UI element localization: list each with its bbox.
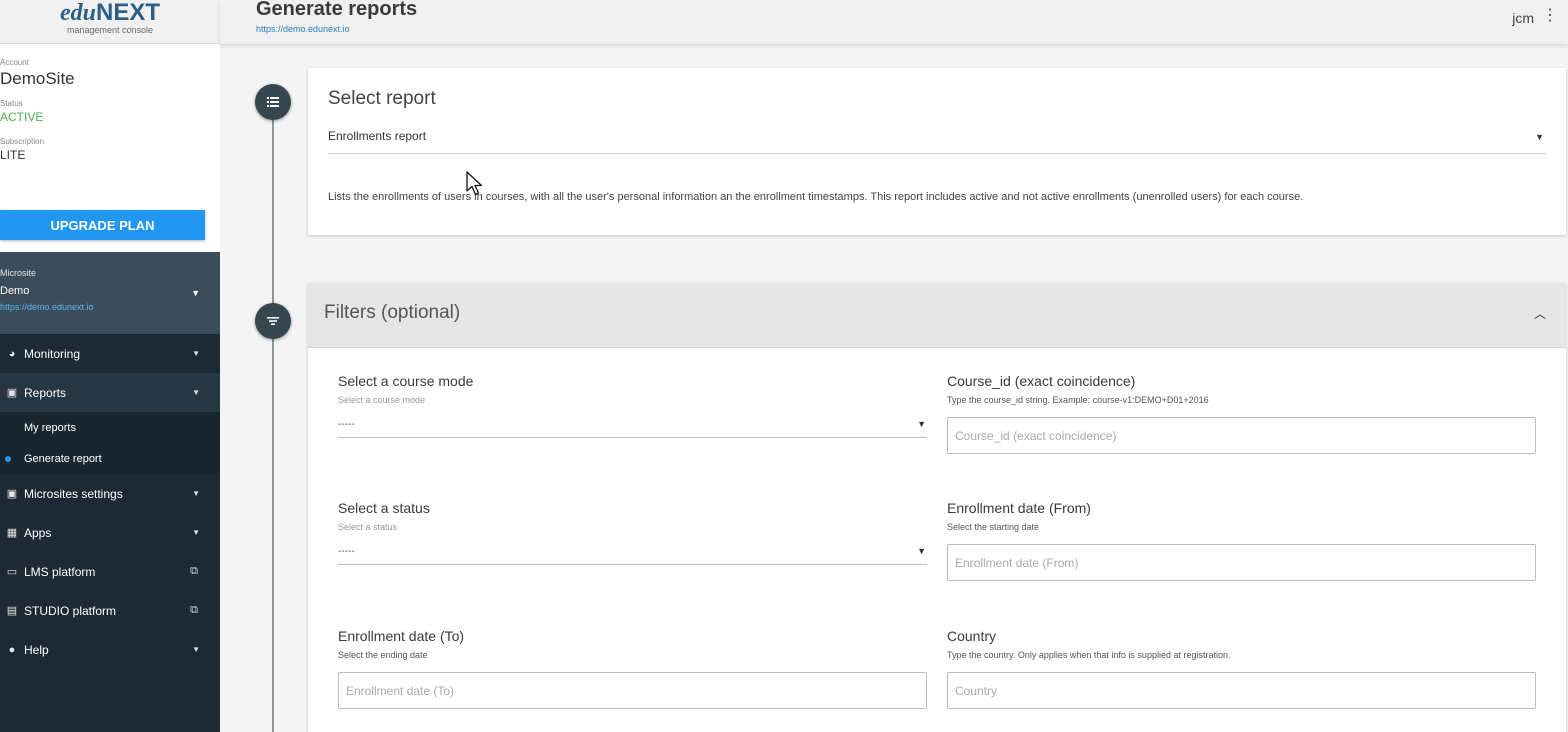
sidebar-item-apps[interactable]: ▦ Apps ▼: [0, 513, 220, 552]
dropdown-arrow-icon: ▼: [1535, 132, 1544, 142]
course-id-input[interactable]: [947, 417, 1536, 454]
external-link-icon: ⧉: [190, 565, 198, 577]
reports-submenu: My reports Generate report: [0, 412, 220, 474]
microsite-label: Microsite: [0, 268, 37, 278]
sidebar: eduNEXT management console Account DemoS…: [0, 0, 220, 732]
status-label: Status: [0, 99, 23, 108]
microsite-selector[interactable]: Microsite Demo https://demo.edunext.io ▼: [0, 252, 220, 334]
sidebar-item-monitoring[interactable]: ◕ Monitoring ▼: [0, 334, 220, 373]
more-vert-icon[interactable]: ⋮: [1542, 8, 1558, 24]
microsite-value: Demo: [0, 285, 30, 297]
timeline-line: [272, 102, 274, 732]
chevron-down-icon: ▼: [191, 288, 200, 298]
sidebar-item-reports[interactable]: ▣ Reports ▼: [0, 373, 220, 412]
brand-subtitle: management console: [66, 25, 154, 35]
select-report-card: Select report Enrollments report ▼ Lists…: [308, 68, 1566, 235]
sidebar-item-microsites-settings[interactable]: ▣ Microsites settings ▼: [0, 474, 220, 513]
account-value: DemoSite: [0, 69, 75, 88]
account-label: Account: [0, 58, 29, 67]
filters-title: Filters (optional): [324, 302, 461, 323]
sidebar-item-generate-report[interactable]: Generate report: [0, 443, 220, 474]
help-icon: ●: [8, 643, 16, 656]
mouse-cursor-icon: [466, 171, 483, 196]
microsite-url: https://demo.edunext.io: [0, 302, 94, 312]
course-id-field: Course_id (exact coincidence) Type the c…: [947, 373, 1536, 454]
reports-icon: ▣: [6, 387, 18, 399]
dropdown-arrow-icon: ▼: [917, 546, 926, 556]
lms-icon: ▭: [6, 566, 18, 578]
chevron-down-icon: ▼: [192, 388, 200, 397]
status-value: ACTIVE: [0, 110, 44, 124]
settings-icon: ▣: [6, 488, 18, 500]
account-panel: Account DemoSite Status ACTIVE Subscript…: [0, 44, 220, 198]
user-menu[interactable]: jcm: [1512, 10, 1534, 26]
brand-logo[interactable]: eduNEXT management console: [0, 0, 220, 44]
subscription-value: LITE: [0, 148, 26, 162]
chevron-down-icon: ▼: [192, 489, 200, 498]
active-dot-icon: [5, 455, 11, 462]
top-header: Generate reports https://demo.edunext.io…: [220, 0, 1568, 44]
enrollment-date-from-field: Enrollment date (From) Select the starti…: [947, 500, 1536, 581]
list-icon: [255, 84, 291, 120]
sidebar-item-help[interactable]: ● Help ▼: [0, 630, 220, 669]
status-select[interactable]: ----- ▼: [338, 540, 927, 565]
select-report-title: Select report: [328, 88, 436, 109]
enrollment-date-to-input[interactable]: [338, 672, 927, 709]
course-mode-field: Select a course mode Select a course mod…: [338, 373, 927, 438]
dropdown-arrow-icon: ▼: [917, 419, 926, 429]
chevron-down-icon: ▼: [192, 645, 200, 654]
sidebar-item-studio-platform[interactable]: ▤ STUDIO platform ⧉: [0, 591, 220, 630]
apps-grid-icon: ▦: [6, 527, 18, 539]
chevron-up-icon[interactable]: ︿: [1534, 305, 1546, 322]
external-link-icon: ⧉: [190, 604, 198, 616]
status-field: Select a status Select a status ----- ▼: [338, 500, 927, 565]
upgrade-plan-button[interactable]: UPGRADE PLAN: [0, 210, 205, 240]
page-url[interactable]: https://demo.edunext.io: [256, 24, 350, 34]
sidebar-item-lms-platform[interactable]: ▭ LMS platform ⧉: [0, 552, 220, 591]
chevron-down-icon: ▼: [192, 349, 200, 358]
report-description: Lists the enrollments of users in course…: [328, 191, 1304, 203]
sidebar-item-my-reports[interactable]: My reports: [0, 412, 220, 443]
country-field: Country Type the country. Only applies w…: [947, 628, 1536, 709]
filters-header[interactable]: Filters (optional) ︿: [308, 283, 1566, 348]
page-title: Generate reports: [256, 0, 418, 20]
chevron-down-icon: ▼: [192, 528, 200, 537]
country-input[interactable]: [947, 672, 1536, 709]
enrollment-date-to-field: Enrollment date (To) Select the ending d…: [338, 628, 927, 709]
monitoring-icon: ◕: [8, 347, 16, 360]
filters-card: Filters (optional) ︿ Select a course mod…: [308, 283, 1566, 732]
report-type-select[interactable]: Enrollments report ▼: [328, 129, 1546, 154]
enrollment-date-from-input[interactable]: [947, 544, 1536, 581]
subscription-label: Subscription: [0, 137, 45, 146]
studio-icon: ▤: [6, 605, 18, 617]
course-mode-select[interactable]: ----- ▼: [338, 413, 927, 438]
filter-icon: [255, 303, 291, 339]
